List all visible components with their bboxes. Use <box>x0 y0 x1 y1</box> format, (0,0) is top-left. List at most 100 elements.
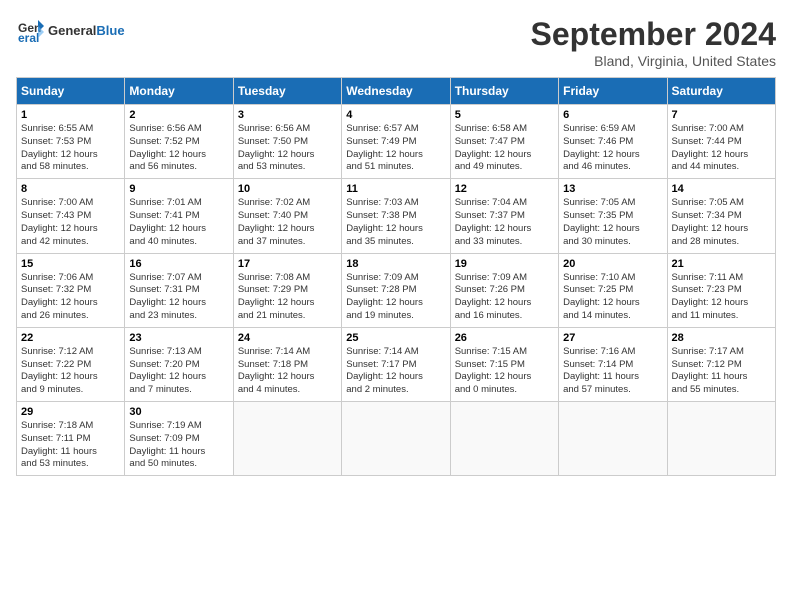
day-info: Sunrise: 7:19 AM Sunset: 7:09 PM Dayligh… <box>129 420 228 471</box>
day-info: Sunrise: 7:09 AM Sunset: 7:28 PM Dayligh… <box>346 272 445 323</box>
day-number: 12 <box>455 183 554 195</box>
day-number: 24 <box>238 332 337 344</box>
day-info: Sunrise: 7:16 AM Sunset: 7:14 PM Dayligh… <box>563 346 662 397</box>
calendar-cell: 22 Sunrise: 7:12 AM Sunset: 7:22 PM Dayli… <box>17 327 125 401</box>
calendar-cell: 7 Sunrise: 7:00 AM Sunset: 7:44 PM Daylig… <box>667 105 775 179</box>
calendar-cell: 16Sunrise: 7:07 AM Sunset: 7:31 PM Dayli… <box>125 253 233 327</box>
day-info: Sunrise: 7:00 AM Sunset: 7:43 PM Dayligh… <box>21 197 120 248</box>
day-info: Sunrise: 6:56 AM Sunset: 7:52 PM Dayligh… <box>129 123 228 174</box>
day-info: Sunrise: 7:17 AM Sunset: 7:12 PM Dayligh… <box>672 346 771 397</box>
calendar-cell: 25 Sunrise: 7:14 AM Sunset: 7:17 PM Dayli… <box>342 327 450 401</box>
calendar-cell <box>559 402 667 476</box>
col-header-tuesday: Tuesday <box>233 78 341 105</box>
calendar-cell: 11Sunrise: 7:03 AM Sunset: 7:38 PM Dayli… <box>342 179 450 253</box>
day-info: Sunrise: 7:06 AM Sunset: 7:32 PM Dayligh… <box>21 272 120 323</box>
day-info: Sunrise: 7:10 AM Sunset: 7:25 PM Dayligh… <box>563 272 662 323</box>
day-number: 26 <box>455 332 554 344</box>
day-number: 13 <box>563 183 662 195</box>
day-info: Sunrise: 6:55 AM Sunset: 7:53 PM Dayligh… <box>21 123 120 174</box>
calendar-week-1: 1 Sunrise: 6:55 AM Sunset: 7:53 PM Daylig… <box>17 105 776 179</box>
day-info: Sunrise: 7:12 AM Sunset: 7:22 PM Dayligh… <box>21 346 120 397</box>
calendar-cell: 30 Sunrise: 7:19 AM Sunset: 7:09 PM Dayli… <box>125 402 233 476</box>
day-number: 8 <box>21 183 120 195</box>
calendar-cell <box>233 402 341 476</box>
calendar-cell: 10 Sunrise: 7:02 AM Sunset: 7:40 PM Dayli… <box>233 179 341 253</box>
day-number: 25 <box>346 332 445 344</box>
calendar-cell: 23 Sunrise: 7:13 AM Sunset: 7:20 PM Dayli… <box>125 327 233 401</box>
day-info: Sunrise: 7:18 AM Sunset: 7:11 PM Dayligh… <box>21 420 120 471</box>
day-number: 15 <box>21 258 120 270</box>
day-info: Sunrise: 7:09 AM Sunset: 7:26 PM Dayligh… <box>455 272 554 323</box>
calendar-cell: 19Sunrise: 7:09 AM Sunset: 7:26 PM Dayli… <box>450 253 558 327</box>
header: Gen eral GeneralBlue September 2024 Blan… <box>16 16 776 69</box>
calendar-cell: 2 Sunrise: 6:56 AM Sunset: 7:52 PM Daylig… <box>125 105 233 179</box>
day-info: Sunrise: 7:05 AM Sunset: 7:35 PM Dayligh… <box>563 197 662 248</box>
day-info: Sunrise: 7:13 AM Sunset: 7:20 PM Dayligh… <box>129 346 228 397</box>
calendar-cell: 28Sunrise: 7:17 AM Sunset: 7:12 PM Dayli… <box>667 327 775 401</box>
day-number: 17 <box>238 258 337 270</box>
day-info: Sunrise: 6:58 AM Sunset: 7:47 PM Dayligh… <box>455 123 554 174</box>
calendar-cell: 4 Sunrise: 6:57 AM Sunset: 7:49 PM Daylig… <box>342 105 450 179</box>
day-info: Sunrise: 7:14 AM Sunset: 7:18 PM Dayligh… <box>238 346 337 397</box>
calendar-cell: 6Sunrise: 6:59 AM Sunset: 7:46 PM Daylig… <box>559 105 667 179</box>
logo: Gen eral GeneralBlue <box>16 16 125 44</box>
calendar-table: SundayMondayTuesdayWednesdayThursdayFrid… <box>16 77 776 476</box>
day-number: 9 <box>129 183 228 195</box>
day-number: 21 <box>672 258 771 270</box>
day-number: 10 <box>238 183 337 195</box>
calendar-title: September 2024 <box>531 16 776 53</box>
col-header-wednesday: Wednesday <box>342 78 450 105</box>
calendar-cell: 9 Sunrise: 7:01 AM Sunset: 7:41 PM Daylig… <box>125 179 233 253</box>
day-number: 1 <box>21 109 120 121</box>
calendar-cell: 24 Sunrise: 7:14 AM Sunset: 7:18 PM Dayli… <box>233 327 341 401</box>
calendar-cell: 26Sunrise: 7:15 AM Sunset: 7:15 PM Dayli… <box>450 327 558 401</box>
logo-general-text: GeneralBlue <box>48 23 125 38</box>
day-number: 5 <box>455 109 554 121</box>
day-info: Sunrise: 7:04 AM Sunset: 7:37 PM Dayligh… <box>455 197 554 248</box>
calendar-cell <box>450 402 558 476</box>
day-info: Sunrise: 7:14 AM Sunset: 7:17 PM Dayligh… <box>346 346 445 397</box>
day-number: 22 <box>21 332 120 344</box>
calendar-cell: 29 Sunrise: 7:18 AM Sunset: 7:11 PM Dayli… <box>17 402 125 476</box>
calendar-cell: 12 Sunrise: 7:04 AM Sunset: 7:37 PM Dayli… <box>450 179 558 253</box>
day-info: Sunrise: 7:11 AM Sunset: 7:23 PM Dayligh… <box>672 272 771 323</box>
calendar-cell: 21 Sunrise: 7:11 AM Sunset: 7:23 PM Dayli… <box>667 253 775 327</box>
day-number: 7 <box>672 109 771 121</box>
calendar-cell: 20 Sunrise: 7:10 AM Sunset: 7:25 PM Dayli… <box>559 253 667 327</box>
calendar-cell: 17Sunrise: 7:08 AM Sunset: 7:29 PM Dayli… <box>233 253 341 327</box>
day-number: 27 <box>563 332 662 344</box>
calendar-cell <box>342 402 450 476</box>
calendar-cell: 15 Sunrise: 7:06 AM Sunset: 7:32 PM Dayli… <box>17 253 125 327</box>
day-number: 11 <box>346 183 445 195</box>
calendar-cell: 18 Sunrise: 7:09 AM Sunset: 7:28 PM Dayli… <box>342 253 450 327</box>
calendar-week-3: 15 Sunrise: 7:06 AM Sunset: 7:32 PM Dayli… <box>17 253 776 327</box>
day-number: 2 <box>129 109 228 121</box>
calendar-cell <box>667 402 775 476</box>
col-header-friday: Friday <box>559 78 667 105</box>
col-header-thursday: Thursday <box>450 78 558 105</box>
day-info: Sunrise: 6:56 AM Sunset: 7:50 PM Dayligh… <box>238 123 337 174</box>
day-info: Sunrise: 6:57 AM Sunset: 7:49 PM Dayligh… <box>346 123 445 174</box>
col-header-sunday: Sunday <box>17 78 125 105</box>
calendar-subtitle: Bland, Virginia, United States <box>531 53 776 69</box>
calendar-cell: 1 Sunrise: 6:55 AM Sunset: 7:53 PM Daylig… <box>17 105 125 179</box>
day-info: Sunrise: 7:00 AM Sunset: 7:44 PM Dayligh… <box>672 123 771 174</box>
calendar-week-2: 8 Sunrise: 7:00 AM Sunset: 7:43 PM Daylig… <box>17 179 776 253</box>
day-number: 29 <box>21 406 120 418</box>
logo-icon: Gen eral <box>16 16 44 44</box>
day-number: 4 <box>346 109 445 121</box>
col-header-saturday: Saturday <box>667 78 775 105</box>
day-number: 23 <box>129 332 228 344</box>
day-info: Sunrise: 7:01 AM Sunset: 7:41 PM Dayligh… <box>129 197 228 248</box>
calendar-cell: 3 Sunrise: 6:56 AM Sunset: 7:50 PM Daylig… <box>233 105 341 179</box>
calendar-week-5: 29 Sunrise: 7:18 AM Sunset: 7:11 PM Dayli… <box>17 402 776 476</box>
day-number: 3 <box>238 109 337 121</box>
calendar-header-row: SundayMondayTuesdayWednesdayThursdayFrid… <box>17 78 776 105</box>
day-number: 18 <box>346 258 445 270</box>
calendar-cell: 5 Sunrise: 6:58 AM Sunset: 7:47 PM Daylig… <box>450 105 558 179</box>
col-header-monday: Monday <box>125 78 233 105</box>
day-info: Sunrise: 7:02 AM Sunset: 7:40 PM Dayligh… <box>238 197 337 248</box>
day-number: 30 <box>129 406 228 418</box>
day-number: 20 <box>563 258 662 270</box>
calendar-week-4: 22 Sunrise: 7:12 AM Sunset: 7:22 PM Dayli… <box>17 327 776 401</box>
